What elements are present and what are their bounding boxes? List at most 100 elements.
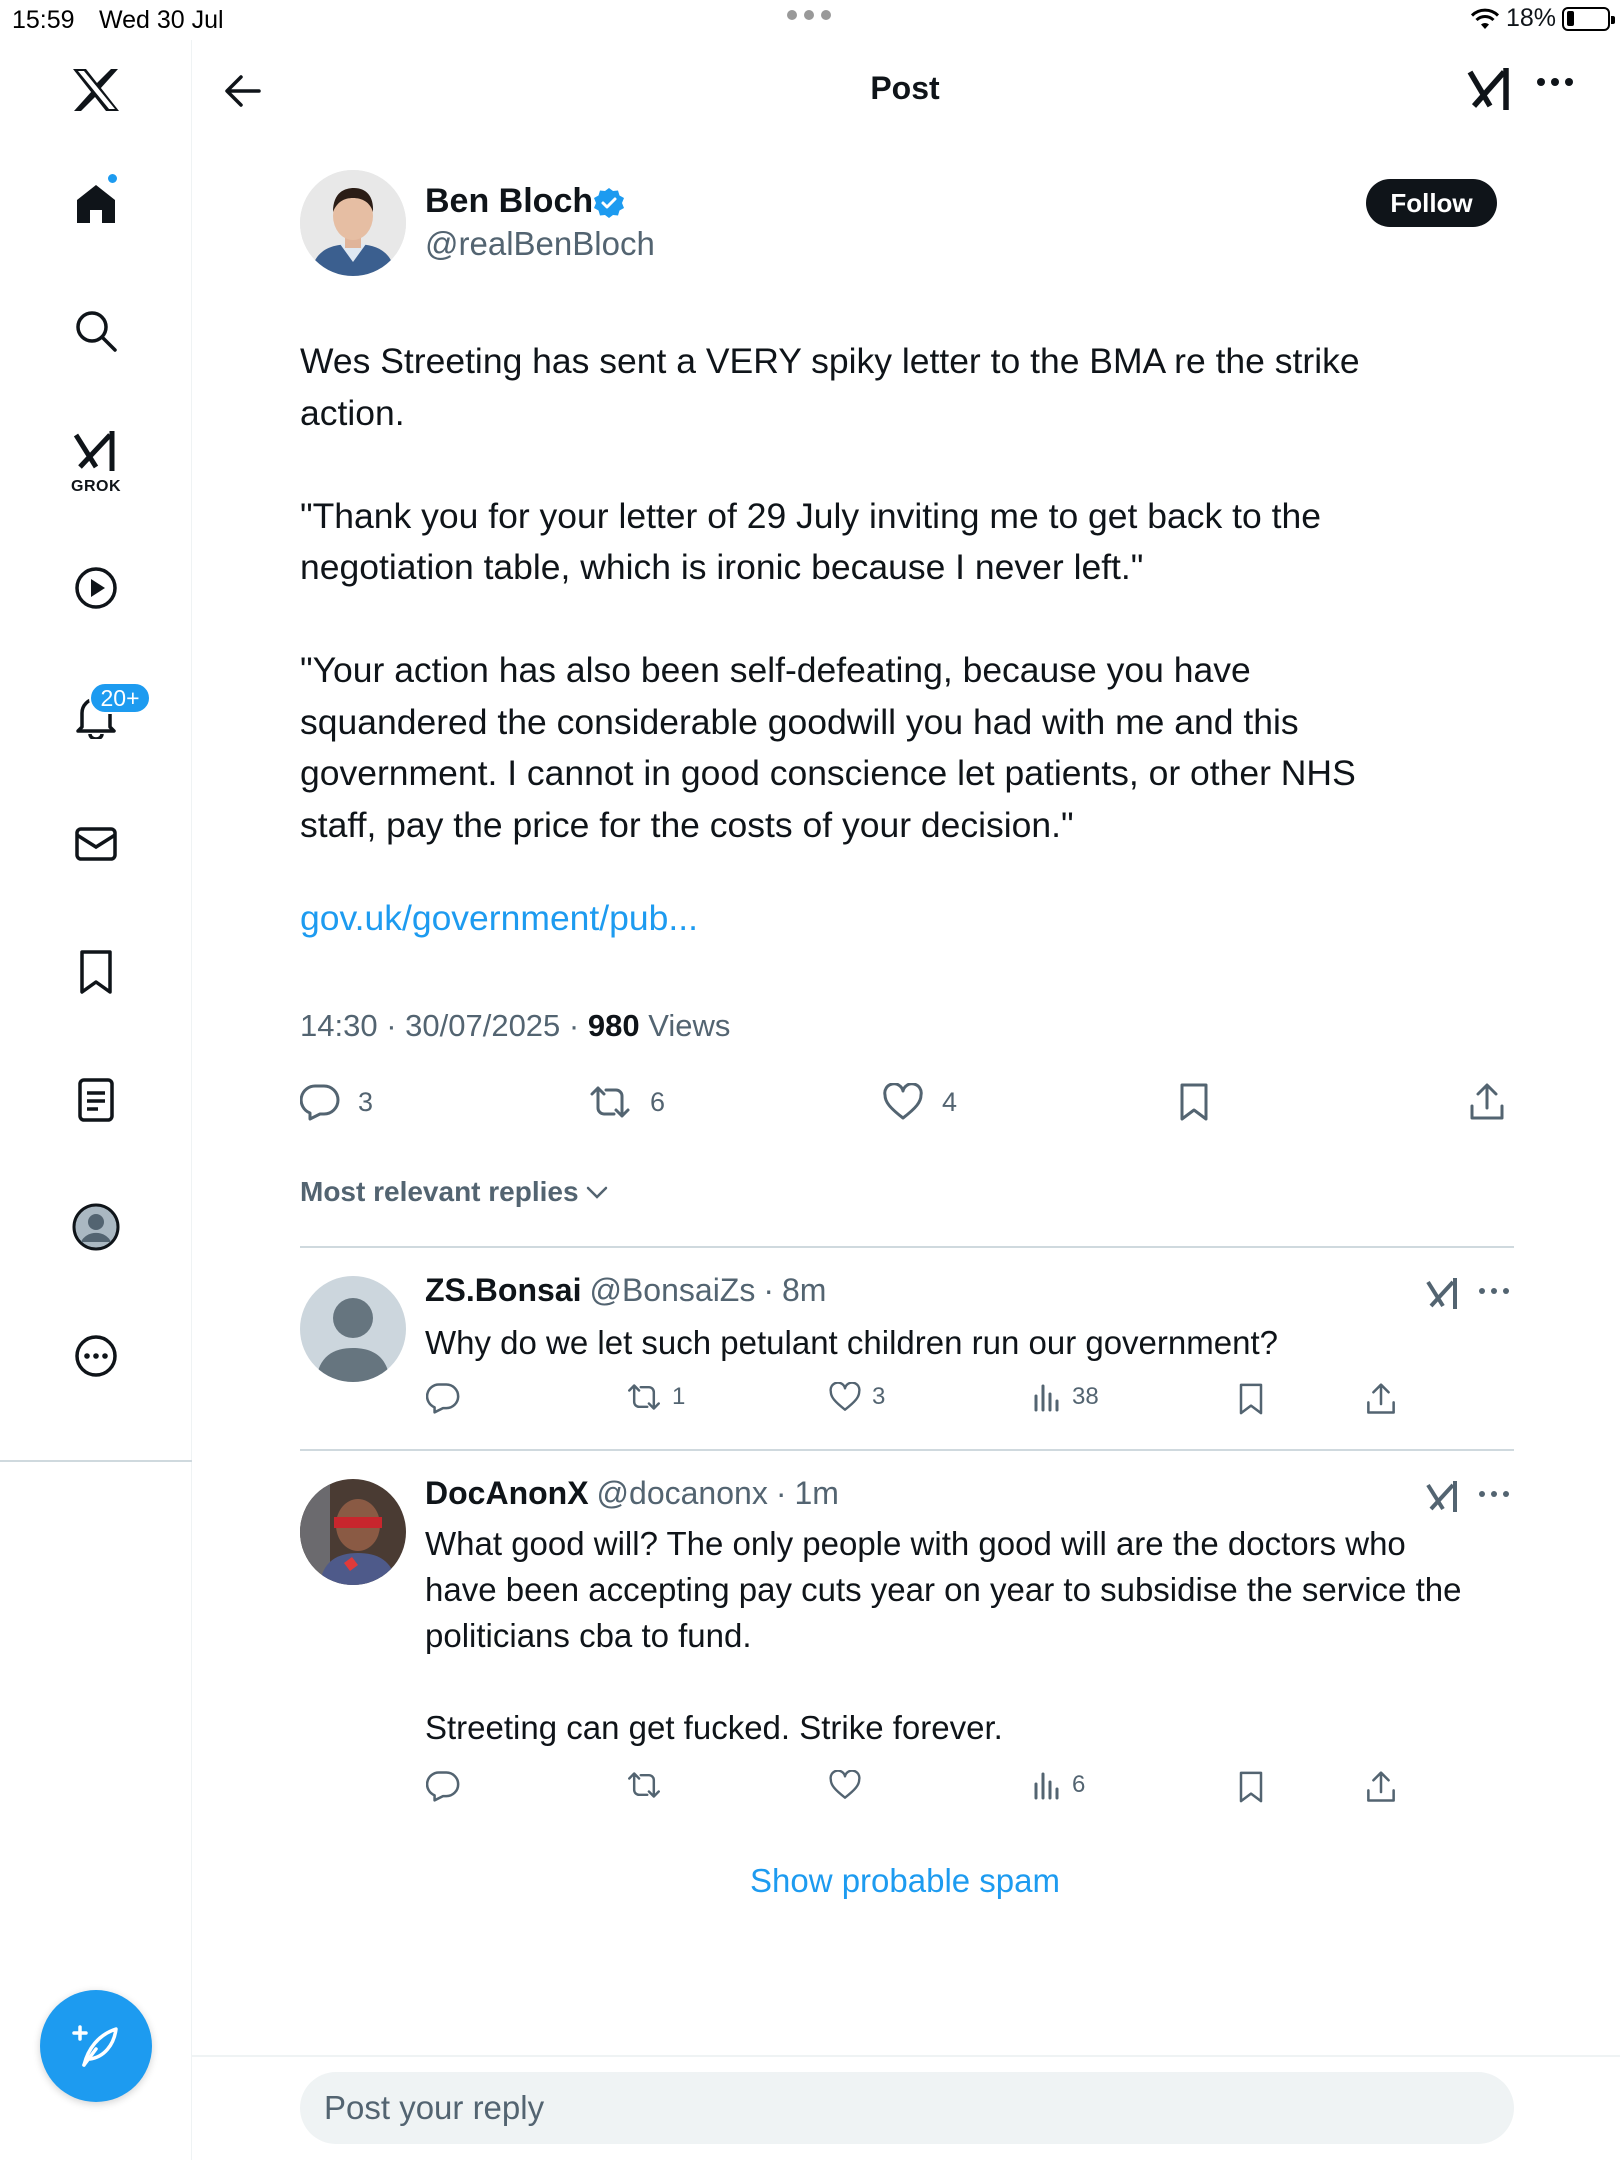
reply-repost-count: 1 xyxy=(672,1383,686,1410)
reply-time[interactable]: 8m xyxy=(782,1272,826,1309)
reply-avatar[interactable] xyxy=(300,1479,406,1585)
views-icon xyxy=(1032,1770,1062,1800)
arrow-left-icon xyxy=(223,73,263,109)
sort-label: Most relevant replies xyxy=(300,1176,579,1207)
repost-action[interactable]: 6 xyxy=(588,1080,665,1124)
reply-bookmark-action[interactable] xyxy=(1236,1382,1266,1416)
wifi-icon xyxy=(1470,7,1500,31)
grok-icon[interactable] xyxy=(1425,1274,1461,1312)
repost-icon xyxy=(626,1382,662,1412)
grok-icon[interactable] xyxy=(1425,1477,1461,1515)
share-icon xyxy=(1365,1770,1397,1804)
share-action[interactable] xyxy=(1468,1080,1506,1124)
bookmark-icon xyxy=(1236,1382,1266,1416)
post-paragraph: "Thank you for your letter of 29 July in… xyxy=(300,495,1321,588)
lists-icon[interactable] xyxy=(70,1074,122,1126)
post-link[interactable]: gov.uk/government/pub... xyxy=(300,898,698,939)
profile-icon[interactable] xyxy=(70,1201,122,1253)
author-avatar[interactable] xyxy=(300,170,406,276)
post-paragraph: Wes Streeting has sent a VERY spiky lett… xyxy=(300,341,1360,433)
reply-repost-action[interactable] xyxy=(626,1770,672,1800)
status-date: Wed 30 Jul xyxy=(99,6,224,34)
feather-plus-icon xyxy=(70,2021,122,2071)
reply-text: What good will? The only people with goo… xyxy=(425,1521,1505,1751)
composer-divider xyxy=(192,2055,1620,2057)
post-time[interactable]: 14:30 xyxy=(300,1008,378,1043)
back-button[interactable] xyxy=(218,66,268,116)
compose-post-button[interactable] xyxy=(40,1990,152,2102)
search-icon[interactable] xyxy=(70,305,122,357)
more-icon[interactable] xyxy=(70,1330,122,1382)
x-logo-icon[interactable] xyxy=(70,64,122,116)
reply-like-count: 3 xyxy=(872,1383,886,1410)
reply-reply-action[interactable] xyxy=(426,1770,470,1802)
author-handle[interactable]: @realBenBloch xyxy=(425,225,655,263)
views-count: 980 xyxy=(587,1008,640,1043)
battery-percent: 18% xyxy=(1505,4,1556,32)
reply-share-action[interactable] xyxy=(1365,1382,1397,1416)
page-title: Post xyxy=(870,70,940,106)
post-timestamp: 14:30 · 30/07/2025 · 980 Views xyxy=(300,1008,731,1043)
notification-badge: 20+ xyxy=(89,682,151,714)
reply-views-action[interactable]: 38 xyxy=(1032,1382,1099,1412)
reply-text: Why do we let such petulant children run… xyxy=(425,1320,1505,1366)
reply-author-handle[interactable]: @docanonx xyxy=(597,1475,768,1512)
views-icon xyxy=(1032,1382,1062,1412)
reply-share-action[interactable] xyxy=(1365,1770,1397,1804)
repost-icon xyxy=(588,1084,632,1120)
reply-action[interactable]: 3 xyxy=(300,1080,373,1124)
bookmark-action[interactable] xyxy=(1176,1080,1212,1124)
grok-icon[interactable] xyxy=(70,425,122,477)
reply-views-action[interactable]: 6 xyxy=(1032,1770,1085,1800)
reply-views-count: 38 xyxy=(1072,1383,1099,1410)
status-right: 18% xyxy=(1470,4,1615,33)
bookmark-icon xyxy=(1176,1082,1212,1122)
reply-icon xyxy=(300,1083,340,1121)
video-icon[interactable] xyxy=(70,562,122,614)
reply-author-handle[interactable]: @BonsaiZs xyxy=(589,1272,755,1309)
status-time: 15:59 xyxy=(12,6,75,34)
repost-icon xyxy=(626,1770,662,1800)
chevron-down-icon xyxy=(585,1184,609,1200)
reply-body: What good will? The only people with goo… xyxy=(425,1525,1462,1746)
author-name[interactable]: Ben Bloch xyxy=(425,182,593,221)
reply-time[interactable]: 1m xyxy=(794,1475,838,1512)
reply-bookmark-action[interactable] xyxy=(1236,1770,1266,1804)
heart-icon xyxy=(828,1770,862,1800)
share-icon xyxy=(1365,1382,1397,1416)
reply-body: Why do we let such petulant children run… xyxy=(425,1324,1278,1361)
reply-like-action[interactable]: 3 xyxy=(828,1382,885,1412)
reply-more-icon[interactable] xyxy=(1478,1489,1510,1499)
reply-input[interactable] xyxy=(300,2072,1514,2144)
bookmark-icon[interactable] xyxy=(70,946,122,998)
reply-count: 3 xyxy=(358,1086,374,1117)
home-icon[interactable] xyxy=(70,178,122,230)
like-action[interactable]: 4 xyxy=(882,1080,957,1124)
grok-label: GROK xyxy=(71,478,121,495)
reply-avatar[interactable] xyxy=(300,1276,406,1382)
multitasking-dots-icon[interactable] xyxy=(786,9,832,21)
bookmark-icon xyxy=(1236,1770,1266,1804)
reply-author-name[interactable]: ZS.Bonsai xyxy=(425,1272,581,1309)
post-paragraph: "Your action has also been self-defeatin… xyxy=(300,650,1356,845)
reply-like-action[interactable] xyxy=(828,1770,872,1800)
replies-sort-dropdown[interactable]: Most relevant replies xyxy=(300,1176,609,1208)
reply-reply-action[interactable] xyxy=(426,1382,470,1414)
post-more-button[interactable] xyxy=(1535,76,1575,88)
reply-icon xyxy=(426,1382,460,1414)
reply-repost-action[interactable]: 1 xyxy=(626,1382,685,1412)
heart-icon xyxy=(828,1382,862,1412)
reply-header: DocAnonX @docanonx · 1m xyxy=(425,1475,839,1512)
show-probable-spam-link[interactable]: Show probable spam xyxy=(700,1862,1110,1900)
like-count: 4 xyxy=(942,1086,958,1117)
divider xyxy=(300,1449,1514,1451)
grok-explain-button[interactable] xyxy=(1466,62,1514,114)
post-date[interactable]: 30/07/2025 xyxy=(405,1008,560,1043)
reply-views-count: 6 xyxy=(1072,1771,1086,1798)
reply-author-name[interactable]: DocAnonX xyxy=(425,1475,589,1512)
repost-count: 6 xyxy=(650,1086,666,1117)
follow-button[interactable]: Follow xyxy=(1366,179,1497,227)
battery-icon xyxy=(1562,6,1615,31)
reply-more-icon[interactable] xyxy=(1478,1286,1510,1296)
mail-icon[interactable] xyxy=(70,818,122,870)
